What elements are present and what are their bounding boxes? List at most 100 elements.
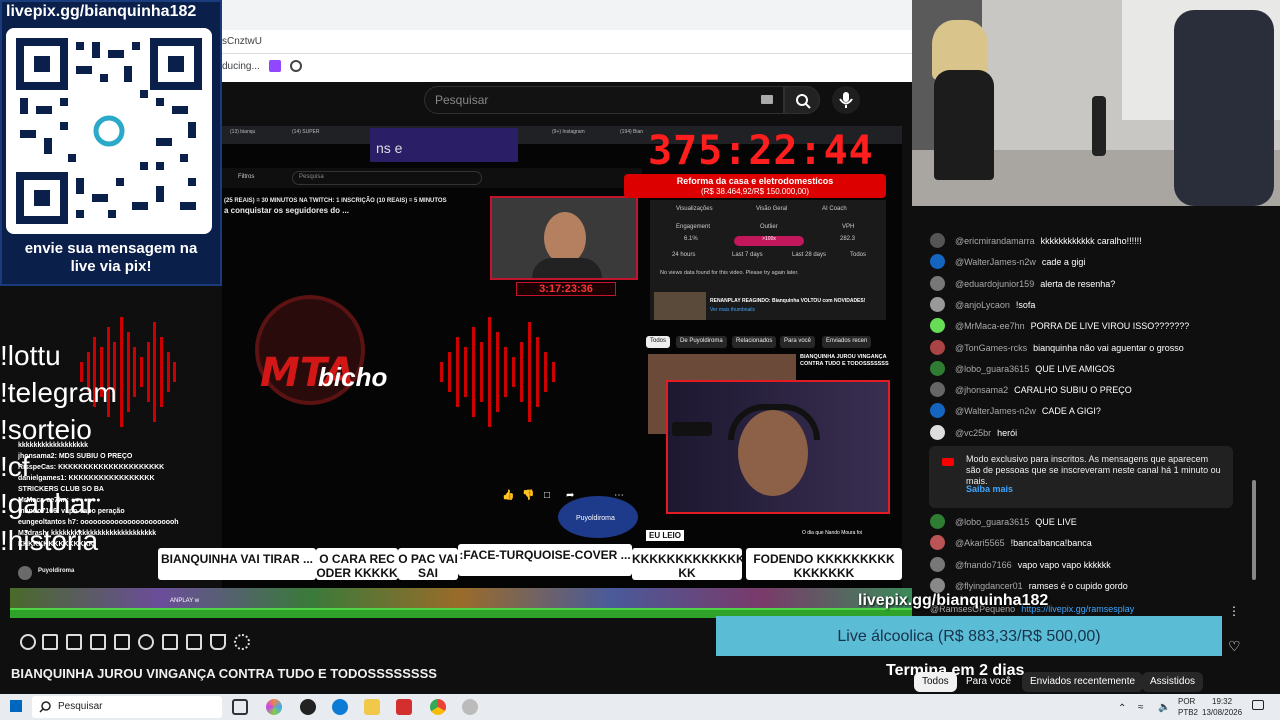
chat-username[interactable]: @ericmirandamarra [955, 236, 1035, 246]
related-title[interactable]: BIANQUINHA JUROU VINGANÇA CONTRA TUDO E … [800, 354, 894, 368]
rec-link[interactable]: Ver mais thumbnails [710, 307, 755, 313]
notification-icon[interactable] [1252, 700, 1264, 710]
lang-top[interactable]: POR [1178, 697, 1195, 706]
miniplayer-icon[interactable] [66, 634, 82, 650]
chat-username[interactable]: @WalterJames-n2w [955, 257, 1036, 267]
flask-icon[interactable] [210, 634, 226, 650]
loop-icon[interactable] [20, 634, 36, 650]
clock-date[interactable]: 13/08/2026 [1202, 708, 1242, 717]
chat-username[interactable]: @eduardojunior159 [955, 279, 1034, 289]
tab-para-voce[interactable]: Para você [958, 672, 1019, 692]
more-vert-icon[interactable]: ⋮ [1228, 604, 1240, 618]
range-label[interactable]: Last 28 days [792, 252, 826, 258]
gaming-chair [1174, 10, 1274, 206]
chrome-icon[interactable] [430, 699, 446, 715]
volume-icon[interactable]: 🔈 [1158, 702, 1170, 713]
waveform-bar [448, 352, 451, 392]
chat-username[interactable]: @flyingdancer01 [955, 581, 1023, 591]
chip[interactable]: Para você [780, 336, 816, 348]
search-input[interactable]: Pesquisar [424, 86, 784, 114]
subathon-timer: 375:22:44 [648, 128, 874, 174]
small-cam-timer: 3:17:23:36 [516, 282, 616, 296]
goal-banner: Reforma da casa e eletrodomesticos (R$ 3… [624, 174, 886, 198]
theater-icon[interactable] [114, 634, 130, 650]
share-icon[interactable]: ➦ [566, 490, 574, 501]
chip[interactable]: De Puyoldiroma [676, 336, 727, 348]
search-button[interactable] [784, 86, 820, 114]
channel-avatar[interactable] [18, 566, 32, 580]
lang-bottom[interactable]: PTB2 [1178, 708, 1198, 717]
chat-message: @fnando7166 vapo vapo vapo kkkkkk [929, 560, 1111, 570]
audio-icon[interactable] [42, 634, 58, 650]
analytics-tab[interactable]: Visualizações [676, 206, 713, 212]
chip-todos[interactable]: Todos [646, 336, 671, 348]
tray-chevron-icon[interactable]: ⌃ [1118, 703, 1126, 714]
gear-icon[interactable] [234, 634, 250, 650]
chat-text: CARALHO SUBIU O PREÇO [1014, 385, 1132, 396]
chat-username[interactable]: @fnando7166 [955, 560, 1012, 570]
rec-thumbnail[interactable] [654, 292, 706, 320]
windows-start-icon[interactable] [10, 700, 22, 712]
heart-icon[interactable]: ♡ [1228, 638, 1241, 655]
address-text[interactable]: sCnztwU [222, 36, 262, 47]
donation-message: KKKKKKKKKKKKK KK [632, 548, 745, 580]
goal-title: Reforma da casa e eletrodomesticos [676, 176, 834, 186]
range-label[interactable]: Todos [850, 252, 866, 258]
copilot-icon[interactable] [266, 699, 282, 715]
chat-scrollbar[interactable] [1252, 480, 1256, 580]
chat-username[interactable]: @vc25br [955, 428, 991, 438]
chat-username[interactable]: @lobo_guara3615 [955, 364, 1029, 374]
add-icon[interactable] [162, 634, 178, 650]
taskbar-search[interactable]: Pesquisar [32, 696, 222, 718]
app2-icon[interactable] [462, 699, 478, 715]
chat-username[interactable]: @WalterJames-n2w [955, 406, 1036, 416]
camera-icon[interactable] [186, 634, 202, 650]
chat-username[interactable]: @lobo_guara3615 [955, 517, 1029, 527]
learn-more-link[interactable]: Saiba mais [966, 484, 1013, 494]
edge-icon[interactable] [332, 699, 348, 715]
task-view-icon[interactable] [232, 699, 248, 715]
rec-title[interactable]: RENANPLAY REAGINDO: Bianquinha VOLTOU co… [710, 298, 865, 304]
waveform-bar [133, 347, 137, 397]
analytics-tab[interactable]: Visão Geral [756, 206, 787, 212]
chat-username[interactable]: @TonGames-rcks [955, 343, 1027, 353]
person-body [934, 70, 994, 180]
comment-icon[interactable]: □ [544, 490, 550, 501]
wifi-icon[interactable]: ≈ [1138, 702, 1144, 713]
channel-name[interactable]: Puyoldiroma [38, 568, 74, 574]
app-icon[interactable] [300, 699, 316, 715]
like-icon[interactable]: 👍 [502, 490, 514, 501]
tab-recentes[interactable]: Enviados recentemente [1022, 672, 1144, 692]
tab-todos[interactable]: Todos [914, 672, 957, 692]
range-label[interactable]: 24 hours [672, 252, 695, 258]
obs-icon[interactable] [396, 699, 412, 715]
waveform-bar [496, 332, 499, 412]
inner-info-line: (25 REAIS) = 30 MINUTOS NA TWITCH: 1 INS… [224, 198, 447, 204]
chat-username[interactable]: @anjoLycaon [955, 300, 1010, 310]
dislike-icon[interactable]: 👎 [522, 490, 534, 501]
inner-player-actions: 👍 👎 □ ➦ ⋯ [500, 490, 630, 504]
tab-assistidos[interactable]: Assistidos [1142, 672, 1204, 692]
bookmark-item[interactable]: ducing... [222, 61, 260, 72]
chat-username[interactable]: @MrMaca-ee7hn [955, 321, 1025, 331]
clock-time[interactable]: 19:32 [1212, 697, 1232, 706]
chip[interactable]: Enviados recen [822, 336, 872, 348]
range-label[interactable]: Last 7 days [732, 252, 763, 258]
clapper-icon[interactable] [90, 634, 106, 650]
microphone-icon [672, 422, 712, 436]
folder-icon[interactable] [364, 699, 380, 715]
chip[interactable]: Relacionados [732, 336, 777, 348]
related-chips: Todos De Puyoldiroma Relacionados Para v… [646, 336, 890, 350]
voice-search-button[interactable] [832, 86, 860, 114]
analytics-tab[interactable]: AI Coach [822, 206, 847, 212]
speed-icon[interactable] [138, 634, 154, 650]
globe-icon[interactable] [290, 60, 302, 72]
left-chat-line: danielgames1: KKKKKKKKKKKKKKKKK [18, 475, 155, 482]
twitch-icon[interactable] [269, 60, 281, 72]
chat-username[interactable]: @Akari5565 [955, 538, 1005, 548]
keyboard-icon[interactable] [761, 95, 773, 104]
command-item: !telegram [0, 377, 117, 408]
more-icon[interactable]: ⋯ [614, 490, 624, 501]
video-title[interactable]: BIANQUINHA JUROU VINGANÇA CONTRA TUDO E … [11, 666, 437, 681]
chat-username[interactable]: @jhonsama2 [955, 385, 1008, 395]
